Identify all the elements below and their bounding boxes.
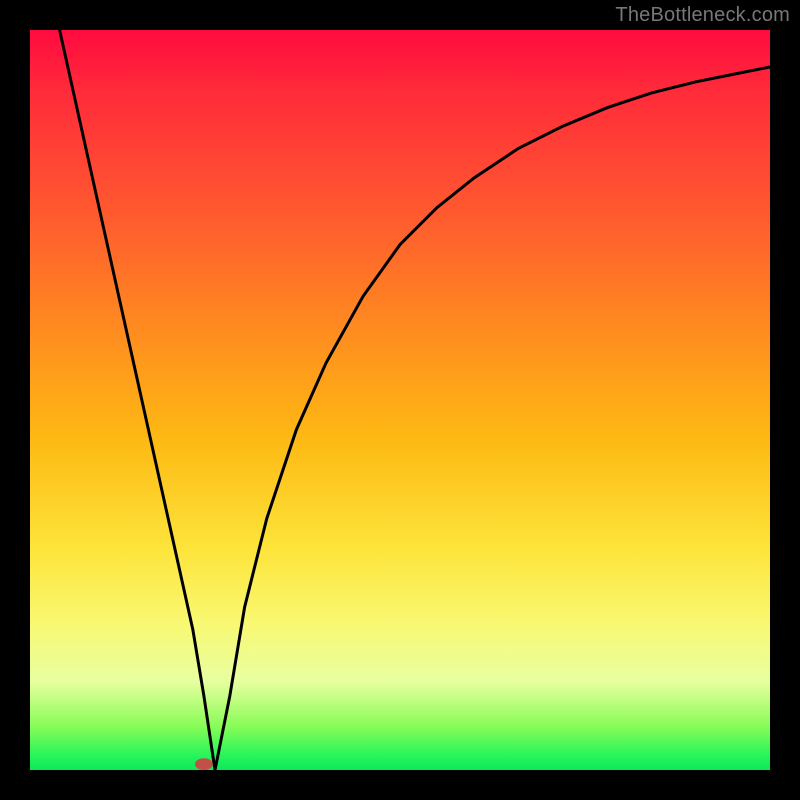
- watermark-label: TheBottleneck.com: [615, 4, 790, 27]
- chart-svg: [30, 30, 770, 770]
- chart-frame: TheBottleneck.com: [0, 0, 800, 800]
- plot-area: [30, 30, 770, 770]
- minimum-marker: [195, 758, 213, 770]
- chart-line: [60, 30, 770, 770]
